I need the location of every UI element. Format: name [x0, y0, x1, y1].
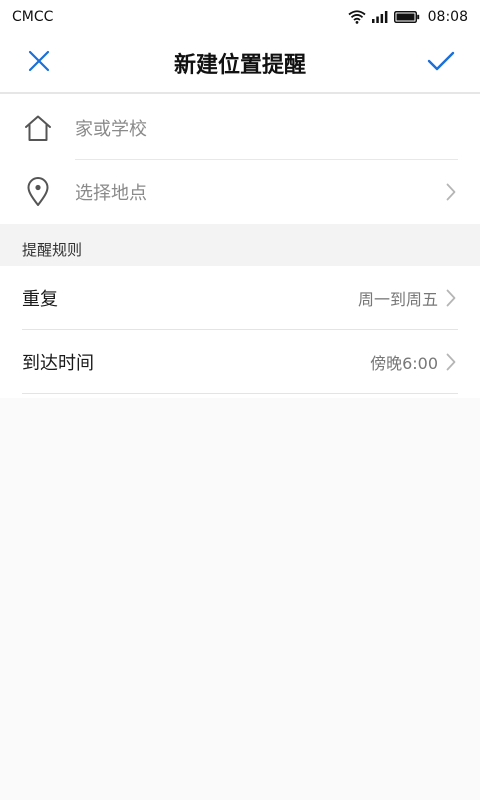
carrier-label: CMCC — [12, 9, 54, 25]
status-bar: CMCC 08:08 — [0, 0, 480, 34]
chevron-right-icon — [444, 182, 458, 202]
rules-section-header: 提醒规则 — [0, 224, 480, 266]
close-icon — [27, 49, 51, 77]
arrival-time-row[interactable]: 到达时间 傍晚6:00 — [0, 330, 480, 394]
close-button[interactable] — [22, 46, 56, 80]
battery-icon — [393, 11, 420, 23]
app-bar: 新建位置提醒 — [0, 34, 480, 94]
page-title: 新建位置提醒 — [173, 53, 306, 78]
home-icon — [22, 112, 54, 144]
repeat-value: 周一到周五 — [357, 290, 438, 309]
location-pin-icon — [22, 176, 54, 208]
form-content: 家或学校 选择地点 提醒规则 重复 周一到周五 到达时间 傍晚6:00 — [0, 96, 480, 394]
chevron-right-icon — [444, 288, 458, 308]
empty-area — [0, 398, 480, 800]
status-icons: 08:08 — [348, 9, 468, 25]
clock: 08:08 — [427, 9, 468, 25]
wifi-icon — [348, 10, 366, 24]
home-school-row[interactable]: 家或学校 — [0, 96, 480, 160]
home-school-label: 家或学校 — [75, 119, 147, 140]
rules-section-title: 提醒规则 — [22, 241, 83, 259]
choose-place-label: 选择地点 — [75, 183, 147, 204]
repeat-label: 重复 — [22, 289, 58, 310]
arrival-time-label: 到达时间 — [22, 353, 94, 374]
repeat-row[interactable]: 重复 周一到周五 — [0, 266, 480, 330]
signal-icon — [371, 11, 388, 23]
arrival-time-value: 傍晚6:00 — [370, 354, 438, 373]
check-icon — [427, 50, 455, 76]
chevron-right-icon — [444, 352, 458, 372]
choose-place-row[interactable]: 选择地点 — [0, 160, 480, 224]
confirm-button[interactable] — [424, 46, 458, 80]
divider — [22, 393, 458, 394]
